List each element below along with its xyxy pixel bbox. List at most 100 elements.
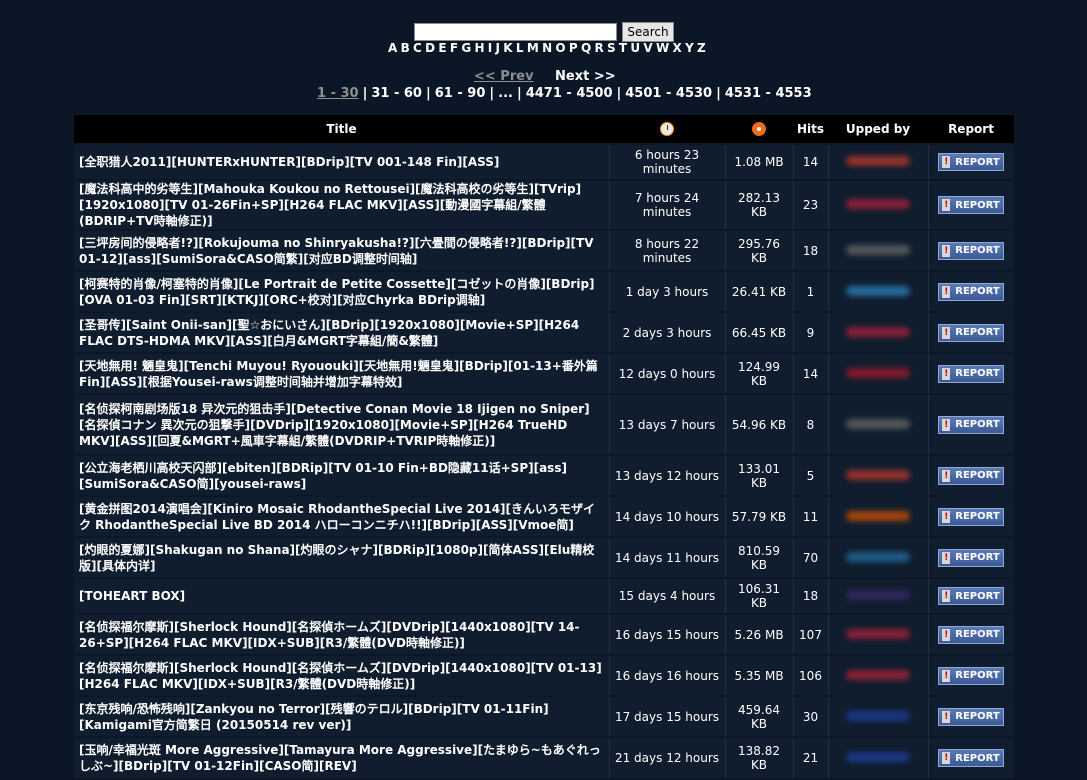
report-button[interactable]: ! REPORT (938, 466, 1005, 485)
page-link[interactable]: 4471 - 4500 (526, 86, 613, 101)
table-row: [全职猎人2011][HUNTERxHUNTER][BDrip][TV 001-… (74, 143, 1014, 180)
alpha-link-v[interactable]: V (643, 41, 652, 55)
alpha-link-i[interactable]: I (488, 41, 492, 55)
size-column-header[interactable] (725, 115, 793, 144)
uploader-name-link[interactable] (846, 418, 910, 429)
report-button[interactable]: ! REPORT (938, 196, 1005, 214)
report-button[interactable]: ! REPORT (938, 282, 1005, 301)
exclamation-icon: ! (942, 669, 951, 682)
size-cell: 295.76 KB (724, 229, 793, 271)
alpha-link-l[interactable]: L (516, 41, 524, 55)
alpha-link-k[interactable]: K (503, 41, 512, 55)
report-button[interactable]: ! REPORT (938, 323, 1005, 342)
prev-link[interactable]: << Prev (474, 69, 534, 84)
hits-cell: 5 (792, 454, 828, 496)
uploader-name-link[interactable] (846, 469, 910, 480)
page-link[interactable]: 31 - 60 (371, 86, 422, 101)
report-button[interactable]: ! REPORT (938, 707, 1005, 726)
page-link[interactable]: 61 - 90 (435, 86, 486, 101)
uploader-name-link[interactable] (846, 285, 910, 296)
report-button[interactable]: ! REPORT (938, 625, 1005, 644)
alpha-link-d[interactable]: D (425, 41, 435, 55)
torrent-title-link[interactable]: [灼眼的夏娜][Shakugan no Shana][灼眼のシャナ][BDRip… (74, 536, 609, 578)
alpha-link-g[interactable]: G (461, 41, 471, 55)
uploader-name-link[interactable] (846, 590, 910, 600)
page-link[interactable]: ... (498, 86, 513, 101)
uploader-name-link[interactable] (846, 710, 910, 721)
uploader-name-link[interactable] (846, 367, 910, 378)
torrent-title-link[interactable]: [圣哥传][Saint Onii-san][聖☆おにいさん][BDrip][19… (74, 311, 609, 353)
report-button[interactable]: ! REPORT (938, 666, 1005, 685)
torrent-title-link[interactable]: [全职猎人2011][HUNTERxHUNTER][BDrip][TV 001-… (74, 143, 609, 180)
uploader-name-link[interactable] (846, 244, 910, 255)
alpha-link-b[interactable]: B (401, 41, 410, 55)
alpha-link-e[interactable]: E (438, 41, 446, 55)
report-label: REPORT (955, 419, 1000, 430)
torrent-title-link[interactable]: [黄金拼图2014演唱会][Kiniro Mosaic RhodantheSpe… (74, 495, 609, 537)
alpha-link-j[interactable]: J (496, 41, 500, 55)
alpha-link-z[interactable]: Z (697, 41, 706, 55)
uploader-name-link[interactable] (846, 752, 910, 762)
uploader-name-link[interactable] (846, 551, 910, 562)
torrent-title-link[interactable]: [公立海老栖川高校天闪部][ebiten][BDRip][TV 01-10 Fi… (74, 454, 609, 496)
report-button[interactable]: ! REPORT (938, 153, 1005, 171)
size-cell: 5.35 MB (724, 654, 793, 696)
alpha-link-t[interactable]: T (619, 41, 627, 55)
alpha-link-q[interactable]: Q (581, 41, 591, 55)
uploader-name-link[interactable] (846, 628, 910, 639)
table-row: [天地無用! 魎皇鬼][Tenchi Muyou! Ryououki][天地無用… (74, 352, 1014, 394)
next-link[interactable]: Next >> (555, 69, 616, 84)
alpha-link-s[interactable]: S (607, 41, 616, 55)
search-input[interactable] (414, 23, 617, 41)
alpha-link-h[interactable]: H (474, 41, 484, 55)
alpha-link-c[interactable]: C (413, 41, 422, 55)
alpha-link-m[interactable]: M (527, 41, 539, 55)
torrent-title-link[interactable]: [柯赛特的肖像/柯塞特的肖像][Le Portrait de Petite Co… (74, 270, 609, 312)
report-button[interactable]: ! REPORT (938, 415, 1005, 434)
torrent-title-link[interactable]: [名侦探福尔摩斯][Sherlock Hound][名探偵ホームズ][DVDri… (74, 613, 609, 655)
torrent-title-link[interactable]: [玉响/幸福光斑 More Aggressive][Tamayura More … (74, 736, 609, 778)
report-button[interactable]: ! REPORT (938, 241, 1005, 260)
alpha-link-a[interactable]: A (388, 41, 397, 55)
alpha-link-n[interactable]: N (542, 41, 552, 55)
alpha-link-p[interactable]: P (569, 41, 578, 55)
uploader-cell (827, 311, 928, 353)
hits-column-header[interactable]: Hits (793, 115, 828, 144)
alpha-link-r[interactable]: R (594, 41, 603, 55)
report-button[interactable]: ! REPORT (938, 548, 1005, 567)
search-button[interactable]: Search (622, 22, 674, 42)
torrent-title-link[interactable]: [魔法科高中的劣等生][Mahouka Koukou no Rettousei]… (74, 179, 609, 230)
alpha-link-w[interactable]: W (656, 41, 669, 55)
torrent-title-link[interactable]: [东京残响/恐怖残响][Zankyou no Terror][残響のテロル][B… (74, 695, 609, 737)
page-link[interactable]: 1 - 30 (317, 86, 359, 101)
time-column-header[interactable] (609, 115, 725, 144)
uploader-cell (827, 229, 928, 271)
title-column-header[interactable]: Title (74, 115, 609, 144)
torrent-title-link[interactable]: [三坪房间的侵略者!?][Rokujouma no Shinryakusha!?… (74, 229, 609, 271)
alpha-link-f[interactable]: F (450, 41, 458, 55)
report-label: REPORT (955, 470, 1000, 481)
uploader-name-link[interactable] (846, 199, 910, 209)
page-link[interactable]: 4531 - 4553 (725, 86, 812, 101)
alpha-link-u[interactable]: U (630, 41, 640, 55)
alpha-link-o[interactable]: O (555, 41, 565, 55)
torrent-title-link[interactable]: [天地無用! 魎皇鬼][Tenchi Muyou! Ryououki][天地無用… (74, 352, 609, 394)
hits-cell: 14 (792, 143, 828, 180)
report-button[interactable]: ! REPORT (938, 587, 1005, 605)
report-button[interactable]: ! REPORT (938, 749, 1005, 767)
age-cell: 8 hours 22 minutes (608, 229, 725, 271)
alpha-link-x[interactable]: X (673, 41, 682, 55)
uploader-name-link[interactable] (846, 669, 910, 680)
report-button[interactable]: ! REPORT (938, 507, 1005, 526)
uploader-name-link[interactable] (846, 510, 910, 521)
upped-by-column-header[interactable]: Upped by (828, 115, 928, 144)
torrent-title-link[interactable]: [名侦探福尔摩斯][Sherlock Hound][名探偵ホームズ][DVDri… (74, 654, 609, 696)
report-button[interactable]: ! REPORT (938, 364, 1005, 383)
page-link[interactable]: 4501 - 4530 (625, 86, 712, 101)
alpha-link-y[interactable]: Y (685, 41, 694, 55)
torrent-title-link[interactable]: [TOHEART BOX] (74, 577, 609, 614)
uploader-name-link[interactable] (846, 326, 910, 337)
uploader-name-link[interactable] (846, 156, 910, 166)
report-cell: ! REPORT (927, 311, 1014, 353)
torrent-title-link[interactable]: [名侦探柯南剧场版18 异次元的狙击手][Detective Conan Mov… (74, 393, 609, 455)
